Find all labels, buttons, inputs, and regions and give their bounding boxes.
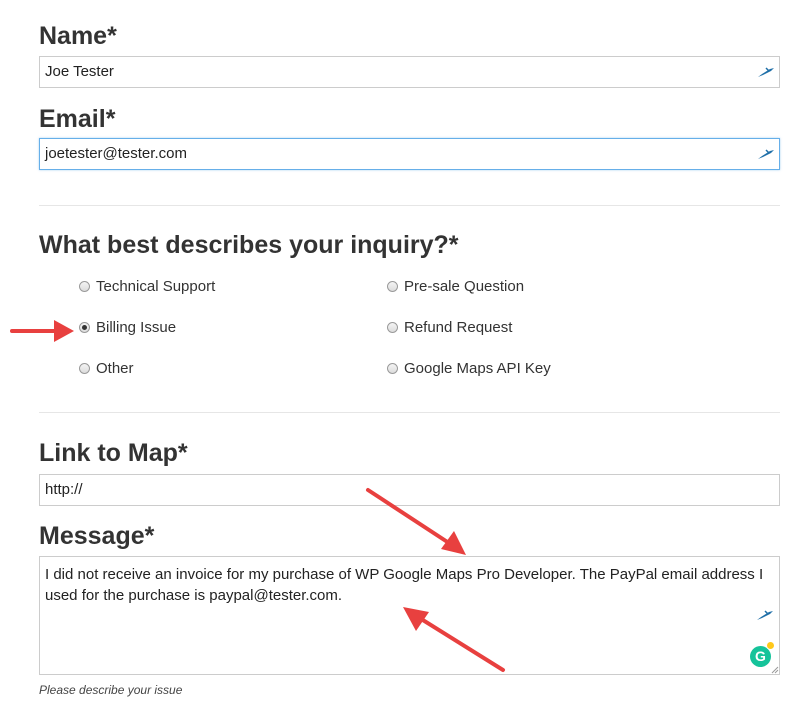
radio-button[interactable]: [79, 280, 90, 292]
radio-button[interactable]: [387, 321, 398, 333]
radio-label: Pre-sale Question: [404, 277, 525, 295]
radio-google-maps-api-key[interactable]: Google Maps API Key: [387, 358, 551, 378]
message-label: Message*: [39, 522, 155, 550]
radio-label: Other: [96, 359, 134, 377]
email-input-value: joetester@tester.com: [45, 145, 187, 162]
link-to-map-label: Link to Map*: [39, 439, 188, 467]
radio-technical-support[interactable]: Technical Support: [79, 276, 215, 296]
message-value: I did not receive an invoice for my purc…: [45, 566, 764, 604]
radio-refund-request[interactable]: Refund Request: [387, 317, 512, 337]
section-divider: [39, 205, 780, 206]
radio-other[interactable]: Other: [79, 358, 134, 378]
radio-button[interactable]: [79, 362, 90, 374]
email-label: Email*: [39, 105, 116, 133]
autofill-pen-icon[interactable]: [756, 608, 774, 622]
radio-button[interactable]: [387, 280, 398, 292]
radio-button[interactable]: [387, 362, 398, 374]
message-help-text: Please describe your issue: [39, 683, 183, 697]
radio-label: Google Maps API Key: [404, 359, 551, 377]
radio-label: Technical Support: [96, 277, 216, 295]
message-textarea[interactable]: I did not receive an invoice for my purc…: [39, 556, 780, 675]
radio-label: Refund Request: [404, 318, 513, 336]
annotation-arrow: [10, 320, 74, 342]
radio-billing-issue[interactable]: Billing Issue: [79, 317, 176, 337]
name-input[interactable]: Joe Tester: [39, 56, 780, 88]
inquiry-label: What best describes your inquiry?*: [39, 231, 459, 259]
resize-grip-icon[interactable]: [771, 666, 779, 674]
radio-pre-sale-question[interactable]: Pre-sale Question: [387, 276, 524, 296]
radio-button-selected[interactable]: [79, 321, 90, 333]
link-to-map-value: http://: [45, 481, 83, 498]
autofill-pen-icon[interactable]: [757, 65, 775, 79]
autofill-pen-icon[interactable]: [757, 147, 775, 161]
radio-label: Billing Issue: [96, 318, 177, 336]
section-divider: [39, 412, 780, 413]
support-form: Name* Joe Tester Email* joetester@tester…: [0, 0, 800, 715]
name-label: Name*: [39, 22, 117, 50]
link-to-map-input[interactable]: http://: [39, 474, 780, 506]
grammarly-status-dot: [766, 641, 775, 650]
email-input[interactable]: joetester@tester.com: [39, 138, 780, 170]
name-input-value: Joe Tester: [45, 63, 114, 80]
